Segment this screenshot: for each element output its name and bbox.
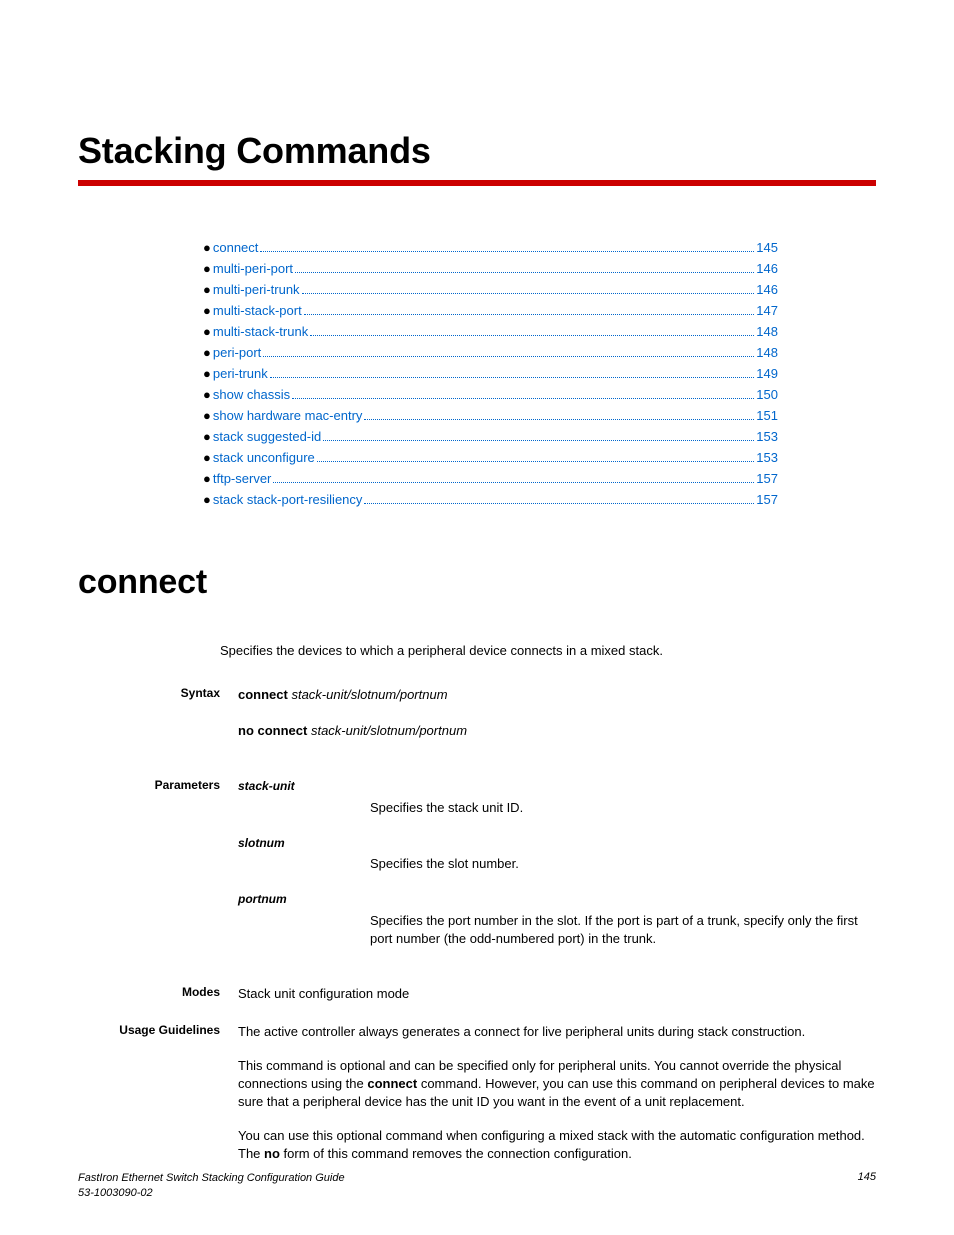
footer-title: FastIron Ethernet Switch Stacking Config… bbox=[78, 1172, 345, 1184]
toc-link[interactable]: multi-stack-trunk bbox=[213, 324, 308, 339]
red-rule bbox=[78, 180, 876, 186]
param-name: slotnum bbox=[238, 835, 876, 852]
usage-guidelines-label: Usage Guidelines bbox=[78, 1023, 238, 1163]
toc-page: 146 bbox=[756, 261, 778, 276]
toc-link[interactable]: peri-trunk bbox=[213, 366, 268, 381]
bullet-icon: ● bbox=[203, 366, 211, 381]
description-text: Specifies the devices to which a periphe… bbox=[220, 642, 856, 660]
toc-leader bbox=[273, 482, 754, 483]
toc-item[interactable]: ●stack stack-port-resiliency 157 bbox=[203, 492, 778, 507]
section-title: connect bbox=[78, 563, 876, 602]
param-desc: Specifies the slot number. bbox=[370, 855, 876, 873]
toc-leader bbox=[295, 272, 754, 273]
usage-paragraph: The active controller always generates a… bbox=[238, 1023, 876, 1041]
footer-docnum: 53-1003090-02 bbox=[78, 1187, 153, 1199]
bullet-icon: ● bbox=[203, 492, 211, 507]
toc-leader bbox=[317, 461, 755, 462]
toc-leader bbox=[263, 356, 754, 357]
toc-item[interactable]: ●multi-peri-trunk 146 bbox=[203, 282, 778, 297]
toc-item[interactable]: ●multi-stack-port 147 bbox=[203, 303, 778, 318]
toc-leader bbox=[304, 314, 755, 315]
toc-page: 157 bbox=[756, 471, 778, 486]
syntax-label: Syntax bbox=[78, 686, 238, 758]
toc-page: 157 bbox=[756, 492, 778, 507]
footer-page-number: 145 bbox=[858, 1171, 876, 1183]
toc-page: 151 bbox=[756, 408, 778, 423]
toc-item[interactable]: ●show chassis 150 bbox=[203, 387, 778, 402]
param-name: stack-unit bbox=[238, 778, 876, 795]
toc-link[interactable]: multi-peri-trunk bbox=[213, 282, 300, 297]
usage-paragraph: You can use this optional command when c… bbox=[238, 1127, 876, 1163]
toc-page: 148 bbox=[756, 324, 778, 339]
toc-link[interactable]: peri-port bbox=[213, 345, 261, 360]
toc-item[interactable]: ●stack unconfigure 153 bbox=[203, 450, 778, 465]
usage-paragraph: This command is optional and can be spec… bbox=[238, 1057, 876, 1111]
toc-item[interactable]: ●show hardware mac-entry 151 bbox=[203, 408, 778, 423]
syntax-args: stack-unit/slotnum/portnum bbox=[291, 687, 447, 702]
modes-body: Stack unit configuration mode bbox=[238, 985, 876, 1003]
toc-link[interactable]: stack stack-port-resiliency bbox=[213, 492, 363, 507]
toc-item[interactable]: ●stack suggested-id 153 bbox=[203, 429, 778, 444]
bullet-icon: ● bbox=[203, 471, 211, 486]
modes-label: Modes bbox=[78, 985, 238, 1003]
bullet-icon: ● bbox=[203, 345, 211, 360]
toc-leader bbox=[364, 419, 754, 420]
bullet-icon: ● bbox=[203, 450, 211, 465]
syntax-command: connect bbox=[238, 687, 291, 702]
param-desc: Specifies the stack unit ID. bbox=[370, 799, 876, 817]
toc-leader bbox=[260, 251, 754, 252]
toc-link[interactable]: show hardware mac-entry bbox=[213, 408, 363, 423]
bullet-icon: ● bbox=[203, 408, 211, 423]
syntax-command: no connect bbox=[238, 723, 311, 738]
parameters-body: stack-unit Specifies the stack unit ID. … bbox=[238, 778, 876, 965]
parameters-label: Parameters bbox=[78, 778, 238, 965]
chapter-title: Stacking Commands bbox=[78, 130, 876, 172]
toc: ●connect145 ●multi-peri-port 146 ●multi-… bbox=[203, 240, 778, 507]
param-desc: Specifies the port number in the slot. I… bbox=[370, 912, 876, 948]
page-footer: FastIron Ethernet Switch Stacking Config… bbox=[78, 1171, 876, 1201]
toc-item[interactable]: ●multi-peri-port 146 bbox=[203, 261, 778, 276]
bullet-icon: ● bbox=[203, 324, 211, 339]
syntax-body: connect stack-unit/slotnum/portnum no co… bbox=[238, 686, 876, 758]
toc-leader bbox=[302, 293, 755, 294]
toc-page: 146 bbox=[756, 282, 778, 297]
toc-leader bbox=[364, 503, 754, 504]
toc-link[interactable]: show chassis bbox=[213, 387, 290, 402]
toc-item[interactable]: ●multi-stack-trunk 148 bbox=[203, 324, 778, 339]
usage-guidelines-body: The active controller always generates a… bbox=[238, 1023, 876, 1163]
toc-page: 153 bbox=[756, 429, 778, 444]
syntax-args: stack-unit/slotnum/portnum bbox=[311, 723, 467, 738]
bullet-icon: ● bbox=[203, 429, 211, 444]
param-name: portnum bbox=[238, 891, 876, 908]
toc-page: 147 bbox=[756, 303, 778, 318]
toc-item[interactable]: ●peri-trunk 149 bbox=[203, 366, 778, 381]
toc-item[interactable]: ●peri-port 148 bbox=[203, 345, 778, 360]
toc-leader bbox=[292, 398, 754, 399]
toc-page: 145 bbox=[756, 240, 778, 255]
toc-link[interactable]: stack unconfigure bbox=[213, 450, 315, 465]
bullet-icon: ● bbox=[203, 282, 211, 297]
bullet-icon: ● bbox=[203, 261, 211, 276]
toc-link[interactable]: connect bbox=[213, 240, 259, 255]
toc-page: 153 bbox=[756, 450, 778, 465]
toc-link[interactable]: stack suggested-id bbox=[213, 429, 321, 444]
toc-page: 148 bbox=[756, 345, 778, 360]
bullet-icon: ● bbox=[203, 303, 211, 318]
toc-link[interactable]: multi-stack-port bbox=[213, 303, 302, 318]
bullet-icon: ● bbox=[203, 387, 211, 402]
bullet-icon: ● bbox=[203, 240, 211, 255]
toc-item[interactable]: ●connect 145 bbox=[203, 240, 778, 255]
toc-link[interactable]: tftp-server bbox=[213, 471, 272, 486]
toc-item[interactable]: ●tftp-server 157 bbox=[203, 471, 778, 486]
toc-leader bbox=[270, 377, 755, 378]
toc-page: 150 bbox=[756, 387, 778, 402]
toc-link[interactable]: multi-peri-port bbox=[213, 261, 293, 276]
toc-page: 149 bbox=[756, 366, 778, 381]
toc-leader bbox=[310, 335, 754, 336]
toc-leader bbox=[323, 440, 754, 441]
